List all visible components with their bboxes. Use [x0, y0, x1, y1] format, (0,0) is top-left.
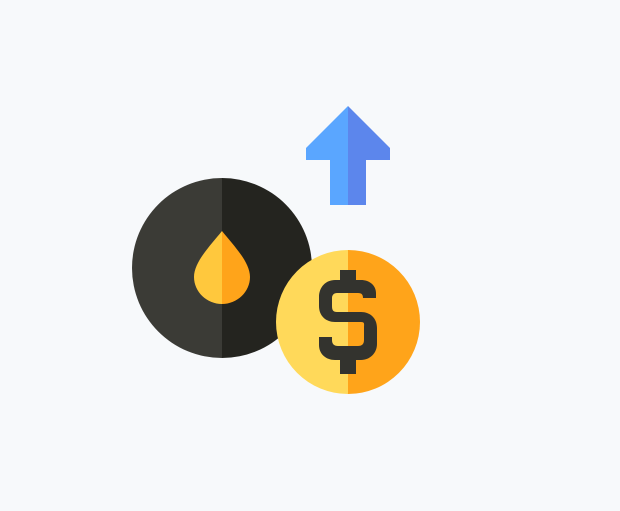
up-arrow-icon [306, 106, 390, 205]
oil-price-rise-illustration [0, 0, 620, 511]
oil-price-up-icon [132, 106, 420, 394]
dollar-coin-icon [276, 250, 420, 394]
